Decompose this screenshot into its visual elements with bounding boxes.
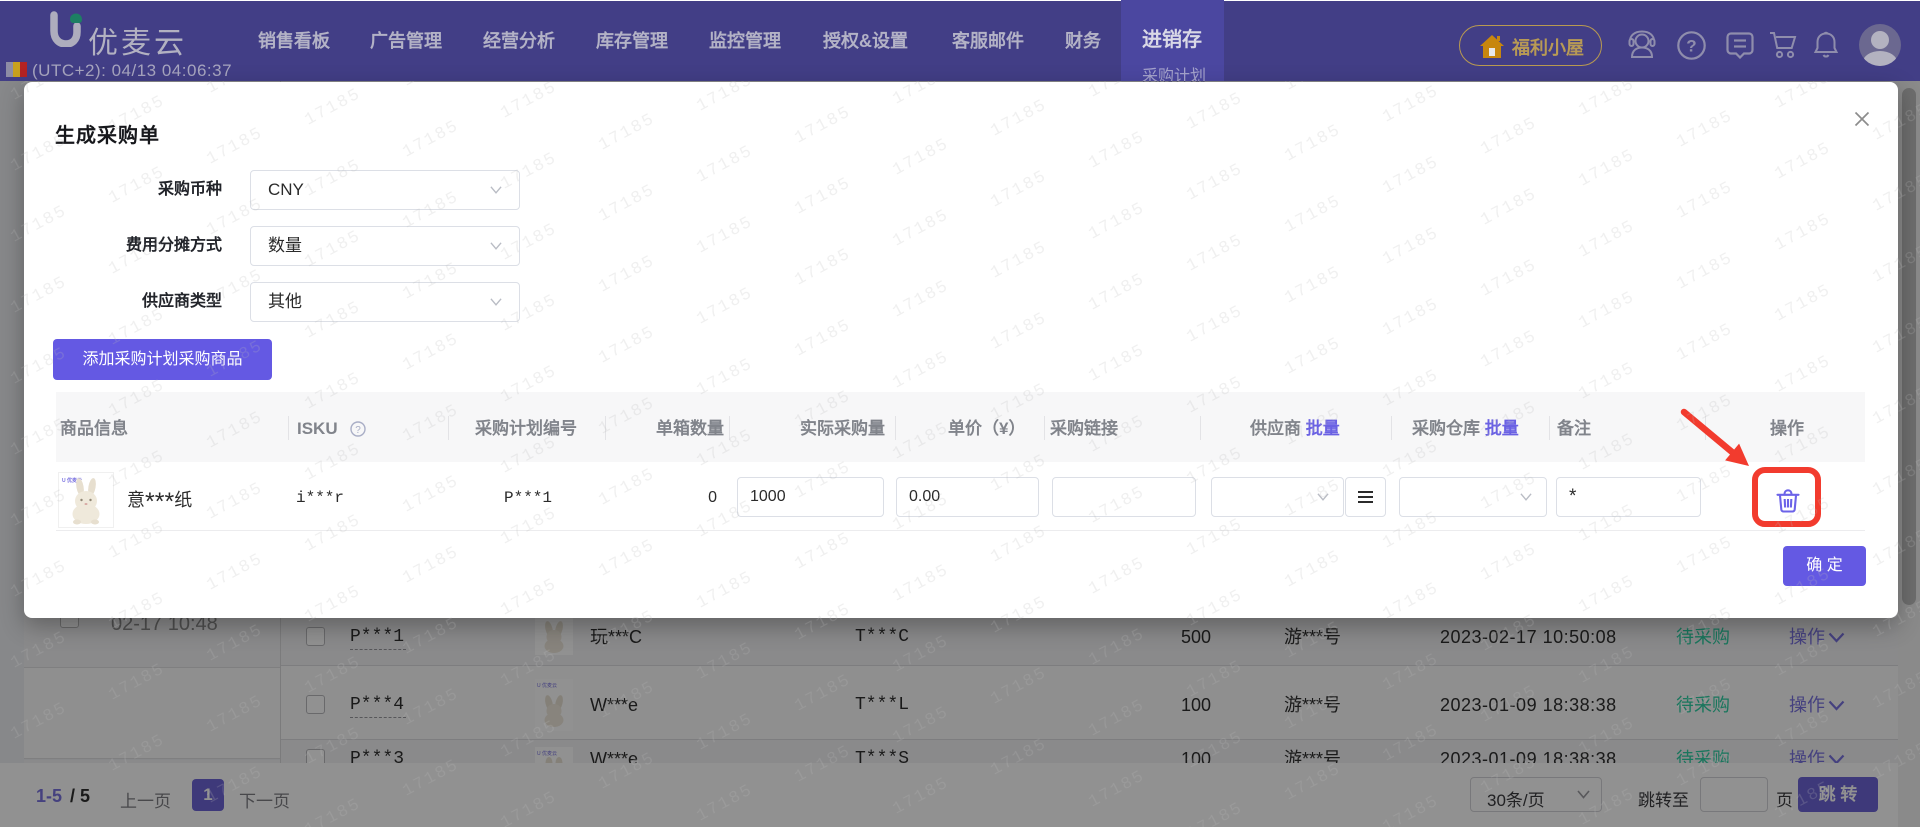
svg-text:?: ? [1686,37,1696,56]
svg-text:?: ? [355,425,361,436]
